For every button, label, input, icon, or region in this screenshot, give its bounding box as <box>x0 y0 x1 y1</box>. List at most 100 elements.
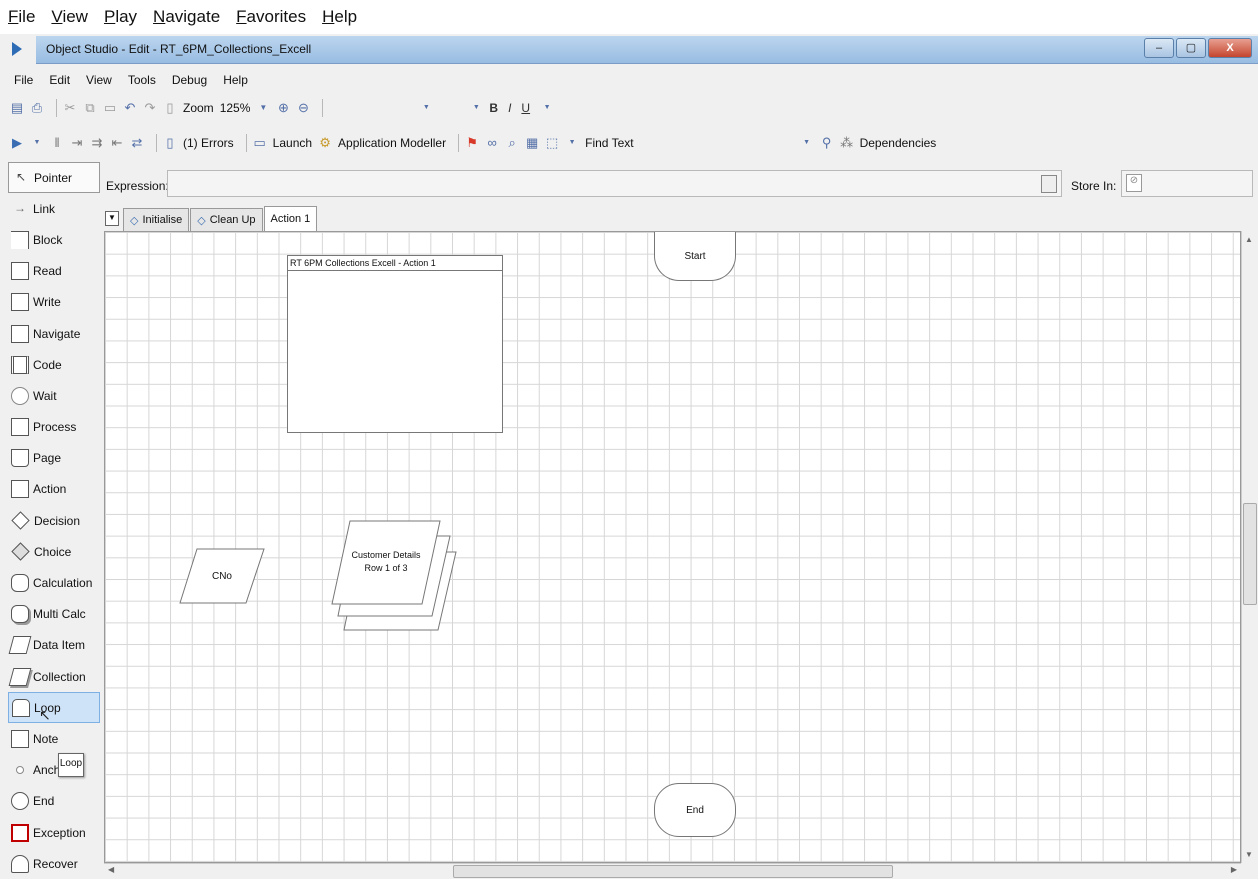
bold-button[interactable]: B <box>489 101 498 115</box>
snap-icon[interactable]: ⬚ <box>545 136 559 150</box>
chevron-down-icon[interactable]: ▼ <box>30 136 44 150</box>
tab-clean-up[interactable]: ◇ Clean Up <box>190 208 263 231</box>
outer-menu-help[interactable]: Help <box>322 7 357 27</box>
palette-multi-calc[interactable]: Multi Calc <box>8 599 100 630</box>
outer-menu-view[interactable]: View <box>51 7 88 27</box>
scroll-down-icon[interactable]: ▼ <box>1245 850 1253 859</box>
menu-edit[interactable]: Edit <box>49 73 70 87</box>
expression-input[interactable] <box>167 170 1062 197</box>
close-button[interactable]: X <box>1208 38 1252 58</box>
store-in-input[interactable]: ⊘ <box>1121 170 1253 197</box>
vertical-scroll-thumb[interactable] <box>1243 503 1257 605</box>
chevron-down-icon[interactable]: ▼ <box>256 101 270 115</box>
palette-navigate[interactable]: Navigate <box>8 318 100 349</box>
page-description-stage[interactable]: RT 6PM Collections Excell - Action 1 <box>287 255 503 433</box>
collection-customer-details[interactable]: Customer Details Row 1 of 3 <box>332 520 440 604</box>
dependencies-button[interactable]: Dependencies <box>860 136 937 150</box>
search-replace-icon[interactable]: ⌕ <box>505 136 519 150</box>
end-stage[interactable]: End <box>654 783 736 837</box>
scroll-right-icon[interactable]: ▶ <box>1231 865 1237 874</box>
cut-icon[interactable]: ✂ <box>63 101 77 115</box>
chevron-down-icon[interactable]: ▼ <box>469 101 483 115</box>
copy-icon[interactable]: ⧉ <box>83 101 97 115</box>
font-size-dropdown[interactable] <box>439 99 469 117</box>
play-icon[interactable]: ▶ <box>10 136 24 150</box>
palette-pointer[interactable]: ↖ Pointer <box>8 162 100 194</box>
launch-button[interactable]: Launch <box>273 136 312 150</box>
outer-menu-file[interactable]: File <box>8 7 35 27</box>
zoom-out-icon[interactable]: ⊖ <box>296 101 310 115</box>
step-over-icon[interactable]: ⇉ <box>90 136 104 150</box>
scroll-left-icon[interactable]: ◀ <box>108 865 114 874</box>
palette-action[interactable]: Action <box>8 474 100 505</box>
start-stage[interactable]: Start <box>654 232 736 281</box>
minimize-button[interactable]: – <box>1144 38 1174 58</box>
palette-anchor[interactable]: Anchor <box>8 755 100 786</box>
palette-page[interactable]: Page <box>8 443 100 474</box>
save-icon[interactable]: ▤ <box>10 101 24 115</box>
palette-end[interactable]: End <box>8 786 100 817</box>
maximize-button[interactable]: ▢ <box>1176 38 1206 58</box>
chevron-down-icon[interactable]: ▼ <box>565 136 579 150</box>
step-out-icon[interactable]: ⇤ <box>110 136 124 150</box>
outer-menu-navigate[interactable]: Navigate <box>153 7 220 27</box>
menu-tools[interactable]: Tools <box>128 73 156 87</box>
page-list-dropdown[interactable]: ▼ <box>105 211 119 226</box>
paste-icon[interactable]: ▭ <box>103 101 117 115</box>
process-canvas[interactable] <box>104 231 1241 863</box>
errors-icon[interactable]: ▯ <box>163 136 177 150</box>
palette-calculation[interactable]: Calculation <box>8 567 100 598</box>
menu-view[interactable]: View <box>86 73 112 87</box>
application-modeller-icon[interactable]: ⚙ <box>318 136 332 150</box>
dependencies-icon[interactable]: ⁂ <box>840 136 854 150</box>
data-item-picker-icon[interactable]: ⊘ <box>1126 174 1142 192</box>
zoom-value[interactable]: 125% <box>220 101 251 115</box>
outer-menu-play[interactable]: Play <box>104 7 137 27</box>
palette-data-item[interactable]: Data Item <box>8 630 100 661</box>
palette-process[interactable]: Process <box>8 412 100 443</box>
palette-wait[interactable]: Wait <box>8 380 100 411</box>
chevron-down-icon[interactable]: ▼ <box>419 101 433 115</box>
tab-initialise[interactable]: ◇ Initialise <box>123 208 190 231</box>
palette-collection[interactable]: Collection <box>8 661 100 692</box>
palette-read[interactable]: Read <box>8 256 100 287</box>
data-item-cno[interactable]: CNo <box>181 549 263 603</box>
refresh-icon[interactable]: ⇄ <box>130 136 144 150</box>
palette-recover[interactable]: Recover <box>8 848 100 879</box>
step-icon[interactable]: ⇥ <box>70 136 84 150</box>
palette-block[interactable]: Block <box>8 224 100 255</box>
palette-decision[interactable]: Decision <box>8 505 100 536</box>
tab-action-1[interactable]: Action 1 <box>263 206 318 231</box>
print-icon[interactable]: ⎙ <box>30 101 44 115</box>
outer-menu-favorites[interactable]: Favorites <box>236 7 306 27</box>
chevron-down-icon[interactable]: ▼ <box>540 101 554 115</box>
palette-note[interactable]: Note <box>8 723 100 754</box>
chevron-down-icon[interactable]: ▼ <box>800 136 814 150</box>
font-family-dropdown[interactable] <box>329 99 419 117</box>
breakpoint-icon[interactable]: ⚑ <box>465 136 479 150</box>
zoom-page-icon[interactable]: ▯ <box>163 101 177 115</box>
menu-debug[interactable]: Debug <box>172 73 207 87</box>
find-text-input[interactable] <box>640 134 800 152</box>
italic-button[interactable]: I <box>508 101 511 115</box>
watch-icon[interactable]: ∞ <box>485 136 499 150</box>
menu-file[interactable]: File <box>14 73 33 87</box>
binoculars-icon[interactable]: ⚲ <box>820 136 834 150</box>
scroll-up-icon[interactable]: ▲ <box>1245 235 1253 244</box>
launch-icon[interactable]: ▭ <box>253 136 267 150</box>
palette-exception[interactable]: Exception <box>8 817 100 848</box>
palette-write[interactable]: Write <box>8 287 100 318</box>
errors-button[interactable]: (1) Errors <box>183 136 234 150</box>
zoom-in-icon[interactable]: ⊕ <box>276 101 290 115</box>
underline-button[interactable]: U <box>521 101 530 115</box>
palette-choice[interactable]: Choice <box>8 536 100 567</box>
redo-icon[interactable]: ↷ <box>143 101 157 115</box>
application-modeller-button[interactable]: Application Modeller <box>338 136 446 150</box>
menu-help[interactable]: Help <box>223 73 248 87</box>
palette-code[interactable]: Code <box>8 349 100 380</box>
horizontal-scroll-thumb[interactable] <box>453 865 893 878</box>
pause-icon[interactable]: ‖ <box>50 136 64 150</box>
palette-loop[interactable]: Loop ↖ <box>8 692 100 724</box>
undo-icon[interactable]: ↶ <box>123 101 137 115</box>
grid-toggle-icon[interactable]: ▦ <box>525 136 539 150</box>
